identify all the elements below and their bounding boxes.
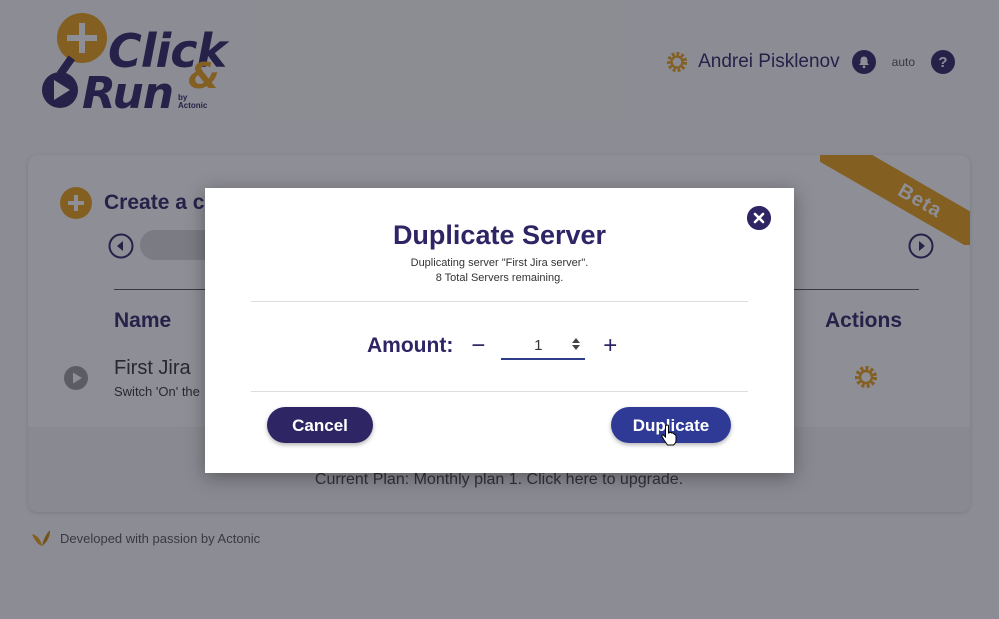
duplicate-server-dialog: Duplicate Server Duplicating server "Fir… [205,188,794,473]
decrement-button[interactable]: − [467,334,489,358]
dialog-divider-bottom [251,391,748,392]
hand-cursor-icon [661,424,677,446]
dialog-subtitle: Duplicating server "First Jira server". … [205,256,794,286]
dialog-divider-top [251,301,748,302]
spinner-arrows-icon[interactable] [571,336,581,352]
amount-input[interactable] [501,332,576,358]
dialog-title: Duplicate Server [392,220,607,250]
amount-field [501,332,586,360]
dialog-subtitle-line1: Duplicating server "First Jira server". [410,257,589,269]
cancel-button[interactable]: Cancel [267,407,373,443]
amount-label: Amount: [367,334,454,357]
amount-control: Amount: − + [367,332,621,360]
increment-button[interactable]: + [599,334,621,358]
dialog-subtitle-line2: 8 Total Servers remaining. [435,272,564,284]
close-icon[interactable] [747,206,771,230]
